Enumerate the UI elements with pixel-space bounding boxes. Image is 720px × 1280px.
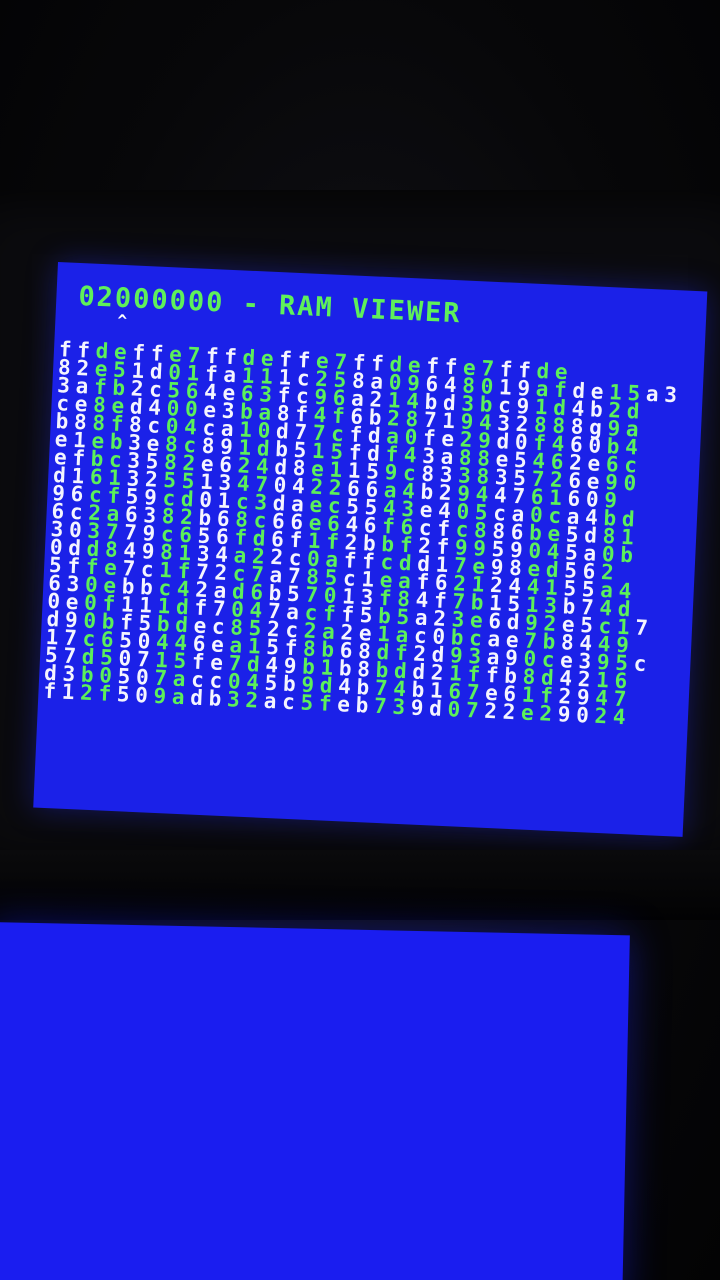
memory-address[interactable]: 02000000 — [78, 281, 225, 319]
hex-dump: ffdeffe7ffdeffe7ffdeffe7ffde82e51d01fa11… — [40, 337, 706, 729]
top-screen: 02000000 - RAM VIEWER ^ ffdeffe7ffdeffe7… — [33, 262, 708, 837]
header-bar: 02000000 - RAM VIEWER — [78, 281, 462, 329]
app-title: - RAM VIEWER — [223, 287, 463, 330]
address-cursor: ^ — [116, 310, 128, 331]
bottom-screen[interactable] — [0, 922, 630, 1280]
photo-scene: 02000000 - RAM VIEWER ^ ffdeffe7ffdeffe7… — [0, 0, 720, 1280]
device-hinge — [0, 850, 720, 920]
